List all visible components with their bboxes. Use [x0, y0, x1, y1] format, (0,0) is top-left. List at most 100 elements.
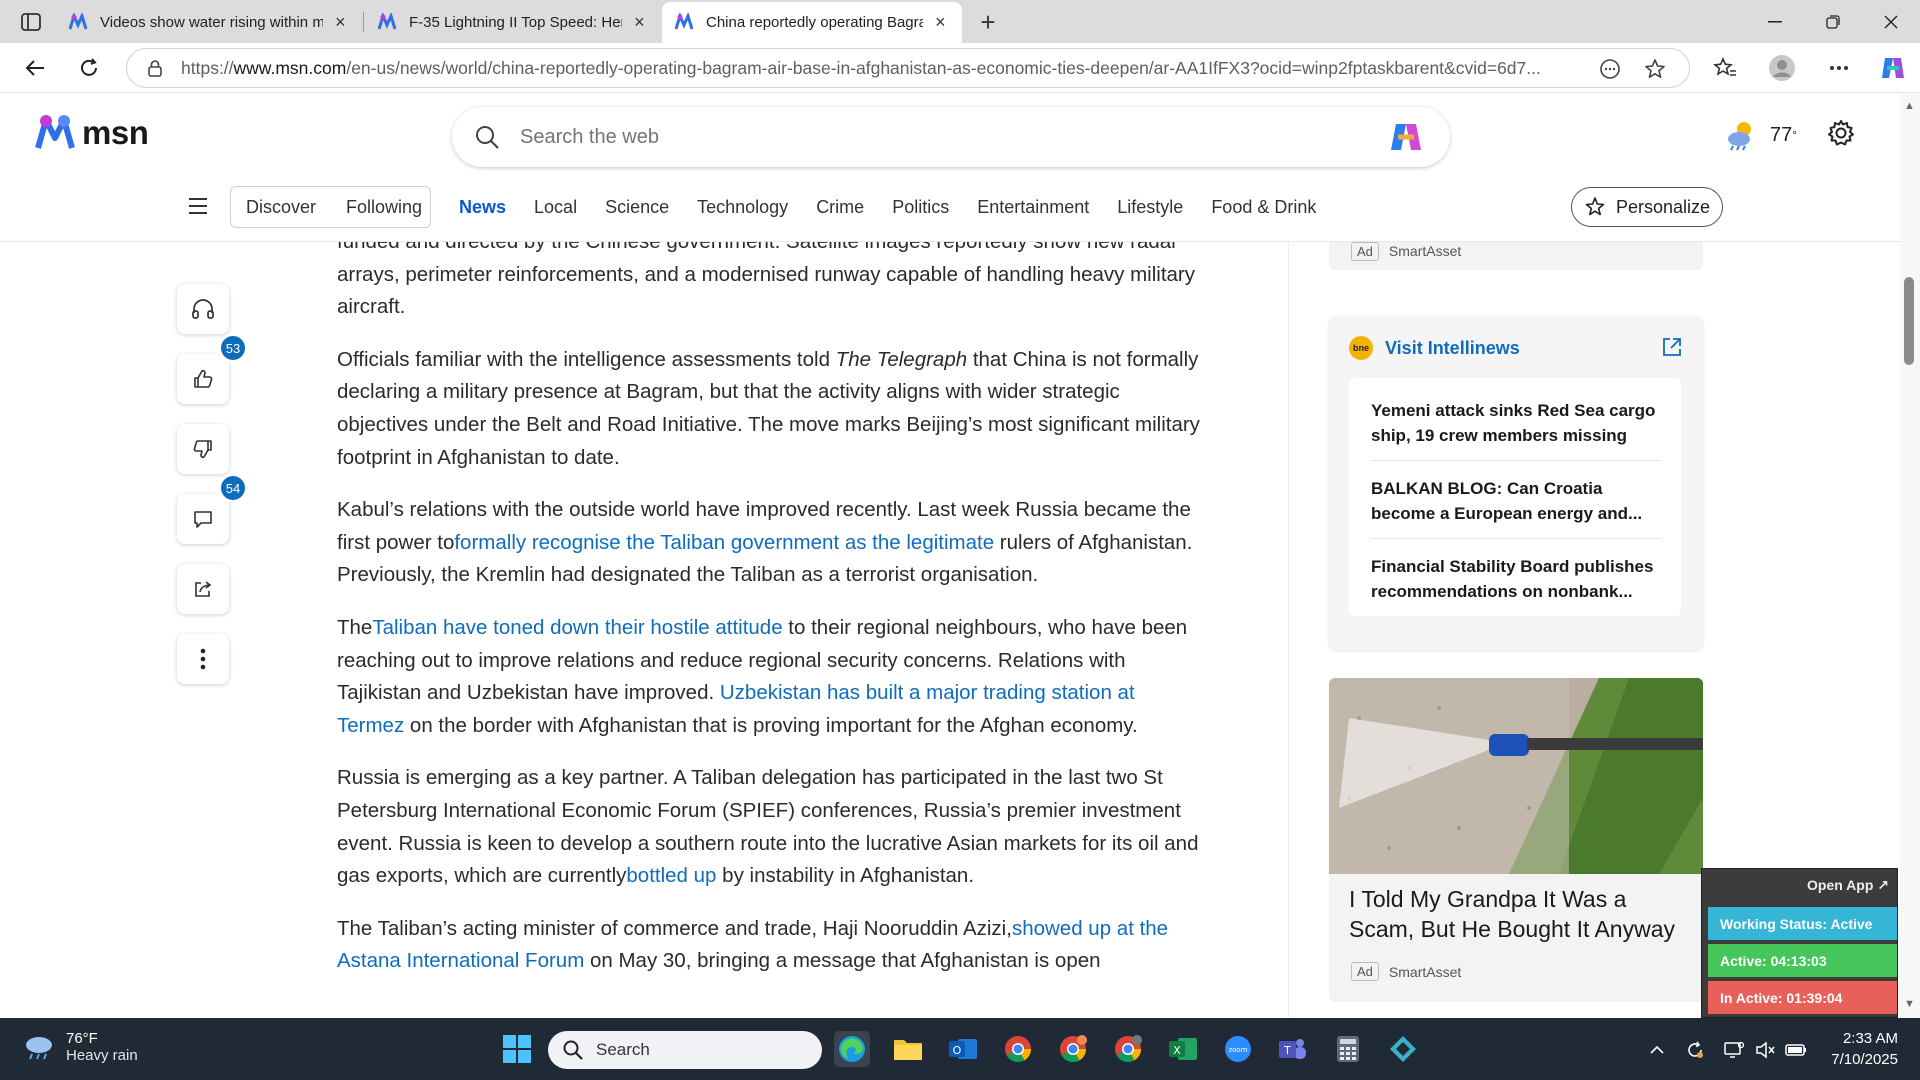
excel-icon[interactable]: X	[1165, 1031, 1201, 1067]
msn-favicon-icon	[674, 12, 694, 29]
msn-header: msn 77° Discover Following News Local Sc…	[0, 94, 1900, 242]
nav-entertainment[interactable]: Entertainment	[963, 197, 1103, 218]
nav-technology[interactable]: Technology	[683, 197, 802, 218]
new-tab-button[interactable]: +	[973, 7, 1003, 37]
page-scrollbar[interactable]: ▲ ▼	[1900, 94, 1920, 1018]
settings-gear-icon[interactable]	[1826, 118, 1856, 148]
discover-tab[interactable]: Discover	[231, 197, 331, 218]
nav-science[interactable]: Science	[591, 197, 683, 218]
back-button[interactable]	[18, 52, 52, 84]
profile-avatar-icon[interactable]	[1765, 52, 1799, 84]
like-button[interactable]: 53	[177, 334, 247, 404]
article-link[interactable]: formally recognise the Taliban governmen…	[454, 531, 994, 554]
sponsored-ad-card[interactable]: I Told My Grandpa It Was a Scam, But He …	[1329, 678, 1703, 1002]
ad-source: SmartAsset	[1388, 243, 1462, 259]
more-options-icon[interactable]	[1822, 52, 1856, 84]
nav-news[interactable]: News	[445, 197, 520, 218]
ad-title[interactable]: I Told My Grandpa It Was a Scam, But He …	[1349, 884, 1689, 944]
minimize-button[interactable]	[1746, 0, 1804, 43]
time-tracker-widget: Open App ↗ Working Status: Active Active…	[1701, 868, 1898, 1018]
favorite-star-icon[interactable]	[1642, 56, 1668, 82]
close-tab-icon[interactable]: ×	[931, 12, 950, 33]
chrome-profile-b-icon[interactable]	[1055, 1031, 1091, 1067]
nav-politics[interactable]: Politics	[878, 197, 963, 218]
taskbar-temp: 76°F	[66, 1030, 98, 1047]
chrome-profile-c-icon[interactable]	[1110, 1031, 1146, 1067]
restore-button[interactable]	[1804, 0, 1862, 43]
close-tab-icon[interactable]: ×	[630, 12, 649, 33]
network-icon[interactable]	[1722, 1039, 1746, 1061]
nav-local[interactable]: Local	[520, 197, 591, 218]
taskbar-search[interactable]: Search	[548, 1031, 822, 1069]
intellinews-header[interactable]: bne Visit Intellinews	[1349, 336, 1520, 360]
article-paragraph: The Taliban’s acting minister of commerc…	[337, 913, 1203, 978]
external-link-icon[interactable]	[1661, 336, 1683, 358]
divider	[1371, 460, 1661, 461]
list-item[interactable]: Financial Stability Board publishes reco…	[1371, 554, 1661, 604]
svg-text:T: T	[1283, 1044, 1291, 1057]
nav-lifestyle[interactable]: Lifestyle	[1103, 197, 1197, 218]
weather-unit: °	[1792, 128, 1798, 142]
file-explorer-icon[interactable]	[890, 1031, 926, 1067]
url-prefix: https://	[181, 57, 234, 78]
ad-source: SmartAsset	[1388, 963, 1462, 980]
tab-strip: Videos show water rising within m × F-35…	[0, 0, 1920, 43]
outlook-icon[interactable]: O	[945, 1031, 981, 1067]
scroll-up-arrow-icon[interactable]: ▲	[1904, 100, 1915, 112]
lock-icon[interactable]	[145, 58, 165, 78]
refresh-button[interactable]	[72, 52, 106, 84]
comments-button[interactable]: 54	[177, 474, 247, 544]
more-actions-button[interactable]	[177, 634, 229, 684]
url-text[interactable]: https://www.msn.com/en-us/news/world/chi…	[181, 58, 1571, 79]
windows-start-icon[interactable]	[502, 1034, 532, 1064]
search-input[interactable]	[520, 125, 1340, 149]
copilot-icon[interactable]	[1388, 120, 1424, 154]
nav-crime[interactable]: Crime	[802, 197, 878, 218]
list-item[interactable]: BALKAN BLOG: Can Croatia become a Europe…	[1371, 476, 1661, 526]
scrollbar-thumb[interactable]	[1904, 277, 1914, 365]
share-button[interactable]	[177, 564, 229, 614]
partly-rainy-icon	[1728, 122, 1751, 151]
teams-icon[interactable]: T	[1275, 1031, 1311, 1067]
calculator-icon[interactable]	[1330, 1031, 1366, 1067]
rain-cloud-icon	[26, 1037, 52, 1060]
copilot-sidebar-icon[interactable]	[1876, 52, 1910, 84]
taskbar-weather[interactable]: 76°F Heavy rain	[22, 1030, 138, 1064]
nav-food-drink[interactable]: Food & Drink	[1197, 197, 1330, 218]
scroll-down-arrow-icon[interactable]: ▼	[1904, 998, 1915, 1010]
web-search-box[interactable]	[452, 107, 1450, 167]
address-bar[interactable]: https://www.msn.com/en-us/news/world/chi…	[126, 48, 1690, 88]
favorites-icon[interactable]	[1708, 52, 1742, 84]
app-diamond-icon[interactable]	[1385, 1031, 1421, 1067]
tab-videos[interactable]: Videos show water rising within m ×	[56, 2, 362, 43]
article-link[interactable]: Taliban have toned down their hostile at…	[372, 616, 782, 639]
volume-muted-icon[interactable]	[1753, 1039, 1777, 1061]
dislike-button[interactable]	[177, 424, 229, 474]
edge-browser-icon[interactable]	[834, 1031, 870, 1067]
sync-icon[interactable]	[1683, 1039, 1707, 1061]
taskbar-clock[interactable]: 2:33 AM 7/10/2025	[1826, 1028, 1898, 1070]
read-aloud-icon[interactable]	[1597, 56, 1623, 82]
text-span: on May 30, bringing a message that Afgha…	[584, 949, 1101, 973]
listen-button[interactable]	[177, 284, 229, 334]
close-window-button[interactable]	[1862, 0, 1920, 43]
tab-actions-icon[interactable]	[14, 10, 48, 34]
tab-f35[interactable]: F-35 Lightning II Top Speed: Here ×	[365, 2, 661, 43]
battery-charging-icon[interactable]	[1784, 1039, 1808, 1061]
article-paragraph: Officials familiar with the intelligence…	[337, 344, 1203, 474]
msn-logo[interactable]: msn	[34, 114, 149, 152]
weather-widget[interactable]: 77 °	[1724, 119, 1797, 151]
list-item[interactable]: Yemeni attack sinks Red Sea cargo ship, …	[1371, 398, 1661, 448]
open-app-button[interactable]: Open App ↗	[1807, 877, 1889, 894]
show-hidden-icons-chevron-icon[interactable]	[1645, 1039, 1669, 1061]
ad-footer: Ad SmartAsset	[1329, 962, 1461, 981]
tab-china-bagram[interactable]: China reportedly operating Bagra ×	[662, 2, 962, 43]
personalize-button[interactable]: Personalize	[1571, 187, 1723, 227]
chrome-profile-a-icon[interactable]	[1000, 1031, 1036, 1067]
close-tab-icon[interactable]: ×	[331, 12, 350, 33]
zoom-icon[interactable]: zoom	[1220, 1031, 1256, 1067]
top-ad-footer[interactable]: Ad SmartAsset	[1329, 242, 1703, 270]
following-tab[interactable]: Following	[331, 197, 437, 218]
article-link[interactable]: bottled up	[626, 864, 716, 887]
hamburger-menu-icon[interactable]	[183, 192, 213, 220]
